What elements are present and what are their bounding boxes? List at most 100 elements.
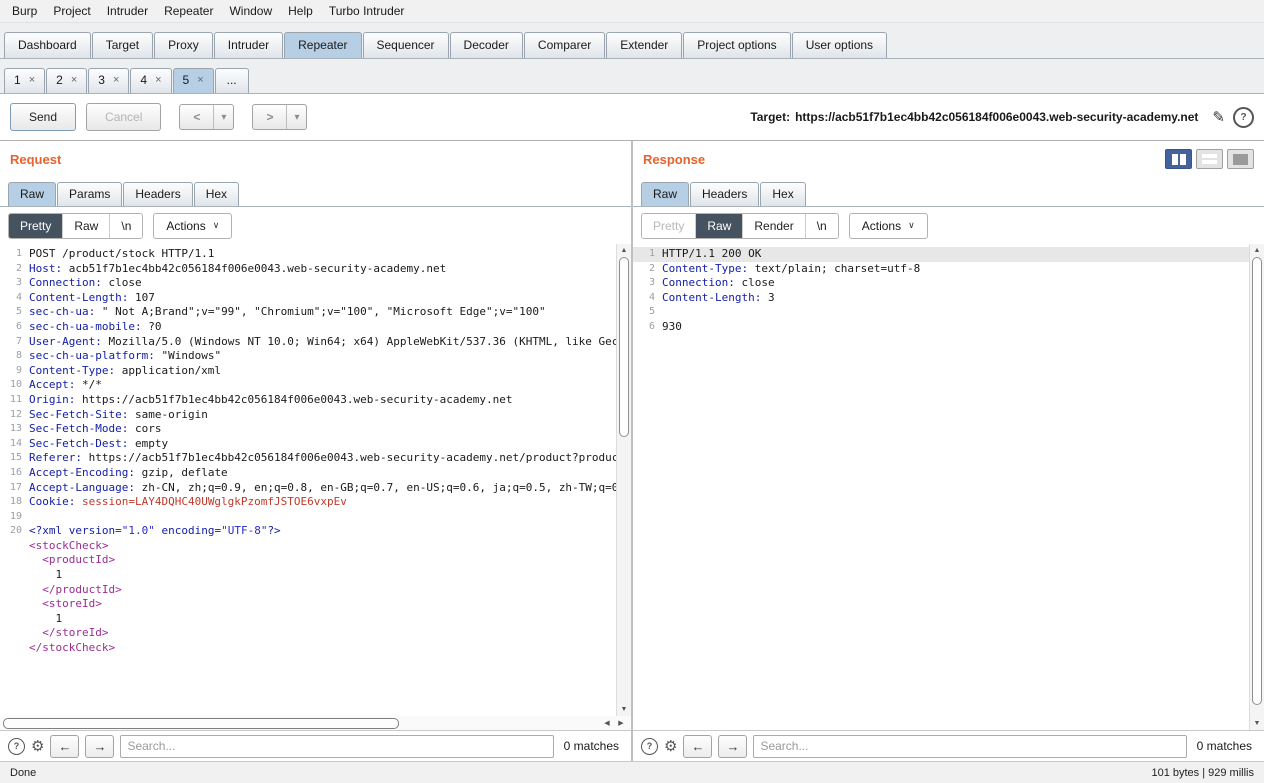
request-tab-hex[interactable]: Hex xyxy=(194,182,239,206)
dropdown-arrow-icon[interactable]: ▾ xyxy=(287,105,306,129)
main-tab-intruder[interactable]: Intruder xyxy=(214,32,283,58)
menu-project[interactable]: Project xyxy=(45,1,98,21)
code-line: 3Connection: close xyxy=(633,276,1249,291)
scroll-down-icon[interactable]: ▼ xyxy=(1250,717,1264,730)
request-actions-button[interactable]: Actions ∨ xyxy=(153,213,232,239)
code-segment: close xyxy=(102,276,142,289)
code-line: 2Content-Type: text/plain; charset=utf-8 xyxy=(633,262,1249,277)
response-mode-render[interactable]: Render xyxy=(743,214,805,238)
main-tab-target[interactable]: Target xyxy=(92,32,153,58)
main-tab-sequencer[interactable]: Sequencer xyxy=(363,32,449,58)
code-line: 16Accept-Encoding: gzip, deflate xyxy=(0,466,616,481)
target-url: https://acb51f7b1ec4bb42c056184f006e0043… xyxy=(795,110,1198,124)
code-line: </storeId> xyxy=(0,626,616,641)
code-line: 6930 xyxy=(633,320,1249,335)
request-vscroll-thumb[interactable] xyxy=(619,257,629,437)
response-vscroll-thumb[interactable] xyxy=(1252,257,1262,705)
scroll-right-icon[interactable]: ▶ xyxy=(614,717,628,730)
main-tab-user-options[interactable]: User options xyxy=(792,32,887,58)
menu-repeater[interactable]: Repeater xyxy=(156,1,221,21)
menu-burp[interactable]: Burp xyxy=(4,1,45,21)
request-tab-raw[interactable]: Raw xyxy=(8,182,56,206)
edit-target-icon[interactable]: ✎ xyxy=(1212,108,1225,126)
close-tab-icon[interactable]: × xyxy=(71,74,77,86)
search-settings-icon[interactable]: ⚙ xyxy=(664,739,677,754)
main-tab-decoder[interactable]: Decoder xyxy=(450,32,523,58)
dropdown-arrow-icon[interactable]: ▾ xyxy=(214,105,233,129)
response-search-input[interactable] xyxy=(753,735,1186,758)
view-rows-button[interactable] xyxy=(1196,149,1223,169)
search-help-icon[interactable]: ? xyxy=(8,738,25,755)
main-tab-dashboard[interactable]: Dashboard xyxy=(4,32,91,58)
menu-turbo-intruder[interactable]: Turbo Intruder xyxy=(321,1,413,21)
menu-help[interactable]: Help xyxy=(280,1,321,21)
close-tab-icon[interactable]: × xyxy=(113,74,119,86)
response-mode-raw[interactable]: Raw xyxy=(696,214,743,238)
request-vertical-scrollbar[interactable]: ▲ ▼ xyxy=(616,244,631,716)
response-vertical-scrollbar[interactable]: ▲ ▼ xyxy=(1249,244,1264,730)
search-settings-icon[interactable]: ⚙ xyxy=(31,739,44,754)
send-button[interactable]: Send xyxy=(10,103,76,131)
line-number: 11 xyxy=(0,393,29,408)
main-tab-extender[interactable]: Extender xyxy=(606,32,682,58)
response-tab-hex[interactable]: Hex xyxy=(760,182,805,206)
request-search-input[interactable] xyxy=(120,735,553,758)
code-segment xyxy=(75,495,82,508)
search-prev-button[interactable]: ← xyxy=(50,735,79,758)
repeater-tab-2[interactable]: 2× xyxy=(46,68,87,93)
history-forward-button[interactable]: > ▾ xyxy=(252,104,307,130)
cancel-button[interactable]: Cancel xyxy=(86,103,161,131)
main-tab-repeater[interactable]: Repeater xyxy=(284,32,361,58)
search-next-button[interactable]: → xyxy=(718,735,747,758)
main-tab-proxy[interactable]: Proxy xyxy=(154,32,213,58)
scroll-up-icon[interactable]: ▲ xyxy=(1250,244,1264,257)
search-next-button[interactable]: → xyxy=(85,735,114,758)
request-mode-pretty[interactable]: Pretty xyxy=(9,214,63,238)
close-tab-icon[interactable]: × xyxy=(197,74,203,86)
repeater-tab-5[interactable]: 5× xyxy=(173,68,214,93)
code-segment: POST /product/stock HTTP/1.1 xyxy=(29,247,214,260)
line-number: 20 xyxy=(0,524,29,539)
scroll-down-icon[interactable]: ▼ xyxy=(617,703,631,716)
request-editor[interactable]: 1POST /product/stock HTTP/1.12Host: acb5… xyxy=(0,244,616,716)
menu-intruder[interactable]: Intruder xyxy=(99,1,156,21)
request-hscroll-thumb[interactable] xyxy=(3,718,399,729)
close-tab-icon[interactable]: × xyxy=(29,74,35,86)
repeater-tab-1[interactable]: 1× xyxy=(4,68,45,93)
view-single-button[interactable] xyxy=(1227,149,1254,169)
line-number: 10 xyxy=(0,378,29,393)
repeater-tab-4[interactable]: 4× xyxy=(130,68,171,93)
help-icon[interactable]: ? xyxy=(1233,107,1254,128)
search-prev-button[interactable]: ← xyxy=(683,735,712,758)
line-content: Content-Length: 3 xyxy=(662,291,775,306)
request-tab-params[interactable]: Params xyxy=(57,182,122,206)
main-tab-comparer[interactable]: Comparer xyxy=(524,32,605,58)
request-vscroll-track[interactable] xyxy=(617,257,631,703)
view-columns-button[interactable] xyxy=(1165,149,1192,169)
response-mode-n[interactable]: \n xyxy=(806,214,838,238)
response-mode-bar: PrettyRawRender\n Actions ∨ xyxy=(633,207,1264,244)
code-segment: sec-ch-ua-mobile: xyxy=(29,320,142,333)
response-mode-pretty[interactable]: Pretty xyxy=(642,214,696,238)
close-tab-icon[interactable]: × xyxy=(155,74,161,86)
response-tab-raw[interactable]: Raw xyxy=(641,182,689,206)
history-back-button[interactable]: < ▾ xyxy=(179,104,234,130)
line-number: 5 xyxy=(633,305,662,320)
request-mode-n[interactable]: \n xyxy=(110,214,142,238)
code-line: 4Content-Length: 107 xyxy=(0,291,616,306)
request-tab-headers[interactable]: Headers xyxy=(123,182,192,206)
scroll-left-icon[interactable]: ◀ xyxy=(600,717,614,730)
request-mode-raw[interactable]: Raw xyxy=(63,214,110,238)
menu-window[interactable]: Window xyxy=(221,1,280,21)
main-tab-project-options[interactable]: Project options xyxy=(683,32,790,58)
scroll-up-icon[interactable]: ▲ xyxy=(617,244,631,257)
response-editor[interactable]: 1HTTP/1.1 200 OK2Content-Type: text/plai… xyxy=(633,244,1249,730)
response-tab-headers[interactable]: Headers xyxy=(690,182,759,206)
code-segment: same-origin xyxy=(128,408,207,421)
repeater-tab-3[interactable]: 3× xyxy=(88,68,129,93)
response-actions-button[interactable]: Actions ∨ xyxy=(849,213,928,239)
response-vscroll-track[interactable] xyxy=(1250,257,1264,717)
repeater-tab-more[interactable]: ... xyxy=(215,68,249,93)
request-horizontal-scrollbar[interactable]: ◀ ▶ xyxy=(0,716,631,730)
search-help-icon[interactable]: ? xyxy=(641,738,658,755)
